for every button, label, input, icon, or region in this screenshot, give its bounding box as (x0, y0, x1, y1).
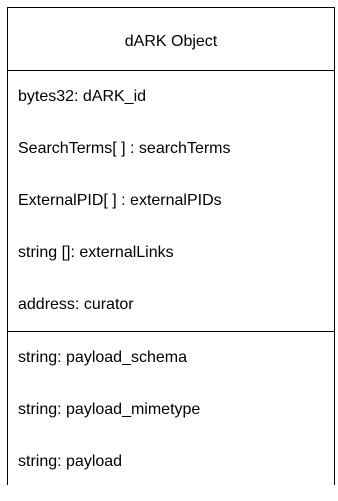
attribute-row: bytes32: dARK_id (18, 88, 147, 105)
attributes-compartment: bytes32: dARK_id SearchTerms[ ] : search… (8, 71, 334, 332)
payload-row: string: payload_schema (18, 349, 187, 366)
uml-class-box: dARK Object bytes32: dARK_id SearchTerms… (7, 7, 335, 485)
payload-compartment: string: payload_schema string: payload_m… (8, 332, 334, 501)
attribute-row: SearchTerms[ ] : searchTerms (18, 140, 231, 157)
payload-row: string: payload (18, 453, 123, 470)
class-name: dARK Object (8, 8, 334, 71)
payload-row: string: payload_mimetype (18, 401, 201, 418)
attribute-row: string []: externalLinks (18, 244, 174, 261)
attribute-row: ExternalPID[ ] : externalPIDs (18, 192, 222, 209)
